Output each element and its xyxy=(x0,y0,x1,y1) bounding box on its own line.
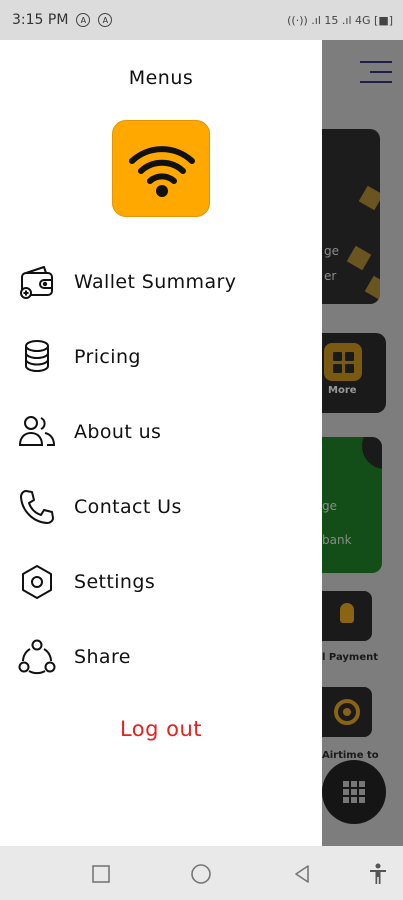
menu-item-share[interactable]: Share xyxy=(0,627,322,687)
recent-apps-icon[interactable] xyxy=(89,862,113,886)
coins-icon xyxy=(16,336,58,378)
status-indicator-1: A xyxy=(76,13,91,27)
card3-text-1: ge xyxy=(322,499,337,513)
hexagon-shape xyxy=(346,245,372,271)
menu-item-about-us[interactable]: About us xyxy=(0,402,322,462)
accessibility-icon[interactable] xyxy=(366,862,390,886)
airtime-tile xyxy=(322,687,372,737)
grid-plus-icon xyxy=(324,343,362,381)
menu-label-pricing: Pricing xyxy=(74,346,141,368)
card3-text-2: bank xyxy=(322,533,352,547)
menu-item-settings[interactable]: Settings xyxy=(0,552,322,612)
more-card: More xyxy=(322,333,386,413)
home-icon[interactable] xyxy=(189,862,213,886)
status-bar: 3:15 PM A A ((·)) .ıl 15 .ıl 4G [■] xyxy=(0,0,403,40)
back-icon[interactable] xyxy=(290,862,314,886)
system-nav-bar xyxy=(0,846,403,900)
hamburger-icon[interactable] xyxy=(360,61,392,91)
more-label: More xyxy=(328,385,357,396)
users-icon xyxy=(16,411,58,453)
menu-label-contact-us: Contact Us xyxy=(74,496,182,518)
signal-icons: ((·)) .ıl 15 .ıl 4G [■] xyxy=(287,13,393,27)
radar-icon xyxy=(334,699,360,725)
card1-text-2: er xyxy=(324,269,337,283)
gear-icon xyxy=(16,561,58,603)
status-time: 3:15 PM xyxy=(12,12,69,28)
hexagon-shape xyxy=(364,275,380,301)
menu-label-settings: Settings xyxy=(74,571,156,593)
logout-button[interactable]: Log out xyxy=(0,717,322,741)
menu-item-wallet-summary[interactable]: Wallet Summary xyxy=(0,252,322,312)
drawer-title: Menus xyxy=(128,67,194,89)
menu-label-wallet-summary: Wallet Summary xyxy=(74,271,237,293)
menu-item-pricing[interactable]: Pricing xyxy=(0,327,322,387)
navigation-drawer: Menus Wallet Summary Pricing About us Co… xyxy=(0,40,322,846)
status-indicator-2: A xyxy=(98,13,113,27)
bill-payment-tile xyxy=(322,591,372,641)
menu-label-share: Share xyxy=(74,646,131,668)
menu-item-contact-us[interactable]: Contact Us xyxy=(0,477,322,537)
status-left: 3:15 PM A A xyxy=(12,12,113,28)
fab-grid-button xyxy=(322,760,386,824)
share-icon xyxy=(16,636,58,678)
background-card-1: ge er xyxy=(322,129,380,304)
wifi-icon xyxy=(129,146,195,197)
bill-payment-label: l Payment xyxy=(322,652,379,663)
decorative-circle xyxy=(362,437,382,469)
bulb-icon xyxy=(340,603,354,623)
status-right: ((·)) .ıl 15 .ıl 4G [■] xyxy=(287,14,393,27)
hexagon-shape xyxy=(358,185,380,211)
phone-icon xyxy=(16,486,58,528)
background-app[interactable]: ge er More ge bank l Payment Airtime to xyxy=(322,40,403,846)
app-logo xyxy=(112,120,210,217)
wallet-icon xyxy=(16,261,58,303)
background-card-3: ge bank xyxy=(322,437,382,573)
menu-label-about-us: About us xyxy=(74,421,162,443)
card1-text-1: ge xyxy=(324,244,339,258)
